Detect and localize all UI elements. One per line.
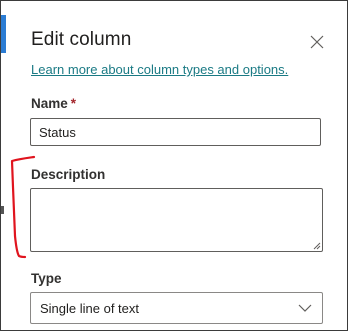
required-marker: * [70, 96, 77, 111]
type-selected-value: Single line of text [40, 301, 140, 316]
description-textarea[interactable] [30, 188, 323, 252]
learn-more-link[interactable]: Learn more about column types and option… [31, 62, 288, 77]
name-field-label: Name * [31, 96, 76, 111]
resize-grip-icon[interactable] [312, 241, 321, 250]
name-input[interactable] [30, 118, 321, 146]
chevron-down-icon [298, 304, 312, 312]
description-field-label: Description [31, 167, 106, 182]
accent-strip [1, 15, 6, 53]
type-field-label: Type [31, 271, 62, 286]
panel-edge-notch [1, 206, 4, 214]
type-dropdown[interactable]: Single line of text [30, 292, 323, 324]
edit-column-panel: Edit column Learn more about column type… [0, 0, 348, 331]
panel-title: Edit column [31, 29, 132, 50]
close-icon [310, 35, 324, 49]
name-label-text: Name [31, 96, 68, 111]
close-button[interactable] [306, 31, 328, 53]
